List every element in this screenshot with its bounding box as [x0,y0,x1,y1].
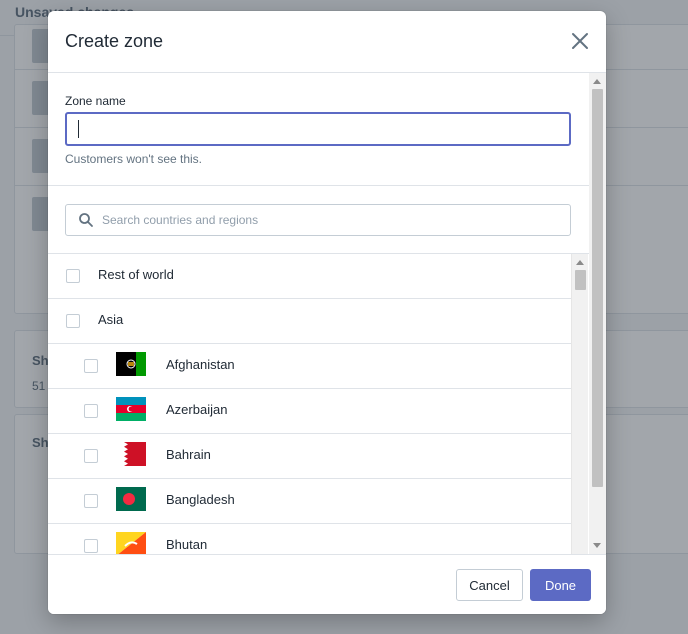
text-caret [78,120,79,138]
scrollbar-thumb[interactable] [575,270,586,290]
region-list: Rest of world Asia Afghanistan Azerbaija… [48,254,589,554]
country-row-bahrain[interactable]: Bahrain [48,434,571,479]
scrollbar-thumb[interactable] [592,89,603,487]
zone-name-section: Zone name Customers won't see this. [48,73,589,186]
modal-header: Create zone [48,11,606,73]
country-label: Bhutan [166,537,208,552]
zone-name-input[interactable] [65,112,571,146]
checkbox[interactable] [84,494,98,508]
flag-bahrain-icon [116,442,146,466]
region-row-rest-of-world[interactable]: Rest of world [48,254,571,299]
flag-bhutan-icon [116,532,146,554]
zone-name-help-text: Customers won't see this. [65,152,203,166]
region-row-asia[interactable]: Asia [48,299,571,344]
flag-afghanistan-icon [116,352,146,376]
country-label: Bahrain [166,447,211,462]
search-placeholder: Search countries and regions [102,213,259,227]
region-label: Rest of world [98,267,174,282]
modal-body: Zone name Customers won't see this. Sear… [48,73,606,554]
modal-footer: Cancel Done [48,554,606,614]
country-label: Azerbaijan [166,402,228,417]
checkbox[interactable] [84,539,98,553]
scroll-up-arrow-icon[interactable] [593,79,601,84]
cancel-button[interactable]: Cancel [456,569,523,601]
close-button[interactable] [568,29,592,53]
flag-azerbaijan-icon [116,397,146,421]
flag-bangladesh-icon [116,487,146,511]
close-icon [572,33,588,49]
checkbox[interactable] [66,269,80,283]
scroll-up-arrow-icon[interactable] [576,260,584,265]
search-section: Search countries and regions [48,186,589,254]
search-icon [79,213,93,227]
modal-scrollbar[interactable] [589,73,606,554]
done-button[interactable]: Done [530,569,591,601]
create-zone-modal: Create zone Zone name Customers won't se… [48,11,606,614]
country-row-bangladesh[interactable]: Bangladesh [48,479,571,524]
country-row-azerbaijan[interactable]: Azerbaijan [48,389,571,434]
region-label: Asia [98,312,124,327]
checkbox[interactable] [84,449,98,463]
checkbox[interactable] [84,404,98,418]
search-input[interactable]: Search countries and regions [65,204,571,236]
scroll-down-arrow-icon[interactable] [593,543,601,548]
region-list-scrollbar[interactable] [571,254,588,554]
checkbox[interactable] [66,314,80,328]
country-row-afghanistan[interactable]: Afghanistan [48,344,571,389]
country-label: Bangladesh [166,492,235,507]
zone-name-label: Zone name [65,94,126,108]
checkbox[interactable] [84,359,98,373]
country-label: Afghanistan [166,357,235,372]
modal-title: Create zone [65,31,164,51]
country-row-bhutan[interactable]: Bhutan [48,524,571,554]
